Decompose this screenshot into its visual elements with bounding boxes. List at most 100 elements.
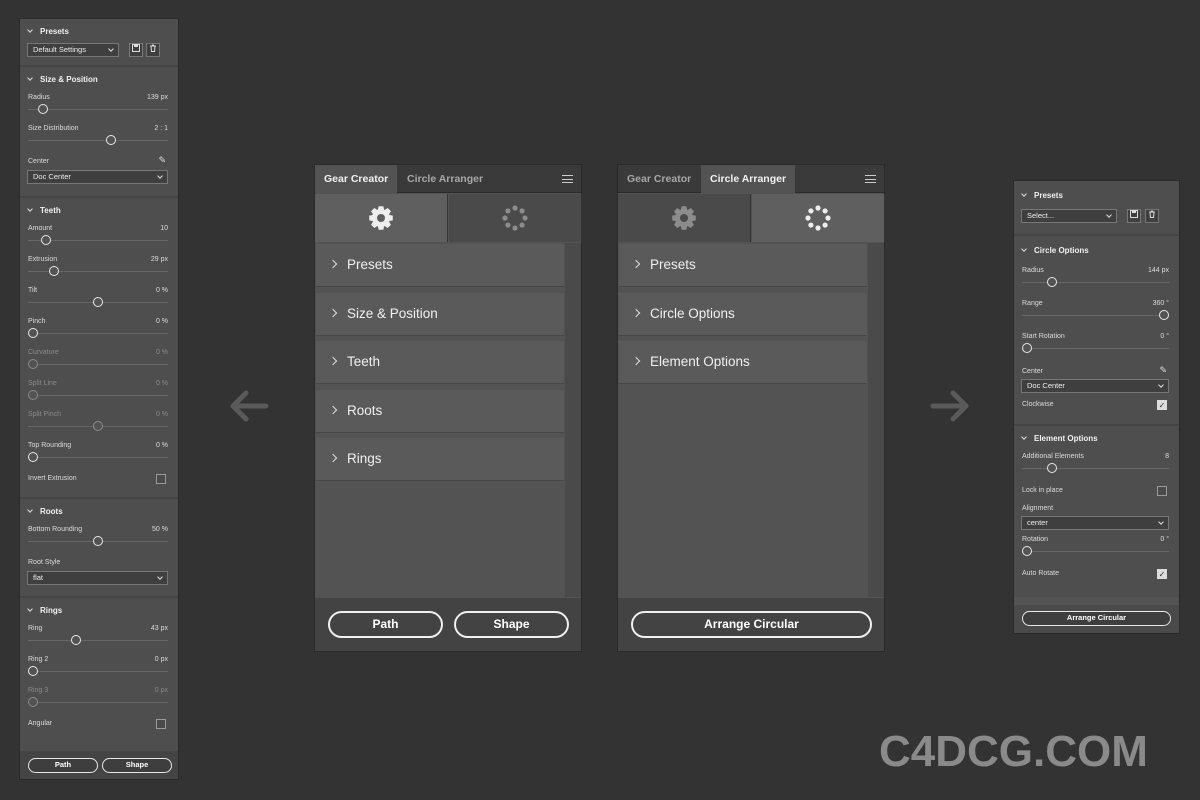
accordion-element-options[interactable]: Element Options [619, 341, 867, 384]
accordion-presets[interactable]: Presets [316, 244, 564, 287]
path-button[interactable]: Path [28, 758, 98, 773]
center-select[interactable]: Doc Center [27, 170, 168, 184]
chevron-right-icon [328, 356, 338, 366]
slider-knob[interactable] [28, 452, 38, 462]
tab-circle-arranger[interactable]: Circle Arranger [701, 165, 796, 193]
slider-knob[interactable] [28, 697, 38, 707]
rings-slider[interactable]: Ring 2 0 px [20, 653, 178, 684]
accordion-rings[interactable]: Rings [316, 438, 564, 481]
slider-knob[interactable] [28, 328, 38, 338]
teeth-slider[interactable]: Split Pinch 0 % [20, 408, 178, 439]
path-button[interactable]: Path [328, 611, 443, 638]
presets-header[interactable]: Presets [1014, 181, 1179, 209]
scrollbar[interactable] [565, 243, 581, 597]
accordion-size-position[interactable]: Size & Position [316, 292, 564, 336]
auto-rotate-checkbox[interactable]: ✓ [1157, 569, 1167, 579]
slider-knob[interactable] [28, 390, 38, 400]
presets-header[interactable]: Presets [20, 19, 178, 43]
clockwise-label: Clockwise [1022, 401, 1054, 408]
roots-header[interactable]: Roots [20, 499, 178, 523]
rings-slider[interactable]: Ring 43 px [20, 622, 178, 653]
element-options-header[interactable]: Element Options [1014, 426, 1179, 450]
radius-slider[interactable]: Radius 139 px [20, 91, 178, 122]
invert-extrusion-checkbox[interactable] [156, 474, 166, 484]
tab-gear-creator[interactable]: Gear Creator [618, 165, 700, 193]
size-distribution-slider[interactable]: Size Distribution 2 : 1 [20, 122, 178, 153]
circle-mode-button[interactable] [752, 194, 885, 242]
clockwise-checkbox[interactable]: ✓ [1157, 400, 1167, 410]
chevron-down-icon [1021, 246, 1027, 252]
slider-knob[interactable] [1046, 463, 1057, 473]
slider-knob[interactable] [1022, 546, 1032, 556]
center-select[interactable]: Doc Center [1021, 379, 1169, 393]
rotation-label: Rotation [1022, 536, 1049, 543]
slider-knob[interactable] [28, 359, 38, 369]
save-preset-button[interactable] [1127, 209, 1141, 223]
range-slider[interactable]: Range 360 ° [1014, 297, 1179, 330]
shape-button[interactable]: Shape [102, 758, 172, 773]
slider-track [1022, 315, 1169, 316]
teeth-slider[interactable]: Curvature 0 % [20, 346, 178, 377]
gear-mode-button[interactable] [315, 194, 448, 242]
tab-gear-creator[interactable]: Gear Creator [315, 165, 398, 193]
eyedropper-icon[interactable]: ✎ [158, 155, 166, 166]
slider-knob[interactable] [93, 297, 103, 307]
slider-knob[interactable] [93, 536, 103, 546]
rings-slider[interactable]: Ring 3 0 px [20, 684, 178, 715]
start-rotation-slider[interactable]: Start Rotation 0 ° [1014, 330, 1179, 363]
rotation-slider[interactable]: Rotation 0 ° [1014, 533, 1179, 565]
circle-options-header[interactable]: Circle Options [1014, 236, 1179, 264]
presets-select[interactable]: Select... [1021, 209, 1117, 223]
slider-knob[interactable] [1046, 277, 1057, 287]
rings-header[interactable]: Rings [20, 598, 178, 622]
slider-knob[interactable] [106, 135, 116, 145]
accordion-circle-options[interactable]: Circle Options [619, 292, 867, 336]
gear-mode-button[interactable] [618, 194, 751, 242]
delete-preset-button[interactable] [1145, 209, 1159, 223]
slider-knob[interactable] [70, 635, 81, 645]
accordion-roots[interactable]: Roots [316, 389, 564, 433]
presets-select[interactable]: Default Settings [27, 43, 119, 57]
slider-knob[interactable] [1159, 310, 1169, 320]
accordion-title: Circle Options [650, 305, 735, 321]
circle-options-section: Circle Options Radius 144 px Range 360 °… [1014, 236, 1179, 426]
eyedropper-icon[interactable]: ✎ [1159, 365, 1167, 376]
teeth-title: Teeth [40, 205, 61, 215]
arrow-right-icon [930, 390, 969, 422]
accordion-teeth[interactable]: Teeth [316, 341, 564, 384]
teeth-slider[interactable]: Top Rounding 0 % [20, 439, 178, 470]
teeth-slider[interactable]: Extrusion 29 px [20, 253, 178, 284]
slider-knob[interactable] [93, 421, 103, 431]
lock-in-place-checkbox[interactable] [1157, 486, 1167, 496]
slider-knob[interactable] [1022, 343, 1032, 353]
teeth-header[interactable]: Teeth [20, 198, 178, 222]
teeth-slider[interactable]: Tilt 0 % [20, 284, 178, 315]
slider-knob[interactable] [48, 266, 59, 276]
tab-circle-arranger[interactable]: Circle Arranger [398, 165, 492, 193]
slider-knob[interactable] [38, 104, 49, 114]
delete-preset-button[interactable] [146, 43, 160, 57]
radius-slider[interactable]: Radius 144 px [1014, 264, 1179, 297]
angular-checkbox[interactable] [156, 719, 166, 729]
slider-knob[interactable] [41, 235, 51, 245]
additional-elements-slider[interactable]: Additional Elements 8 [1014, 450, 1179, 482]
teeth-slider[interactable]: Split Line 0 % [20, 377, 178, 408]
arrange-circular-button[interactable]: Arrange Circular [1022, 611, 1171, 626]
scrollbar[interactable] [868, 243, 884, 597]
center-label: Center [1022, 368, 1044, 375]
teeth-slider[interactable]: Pinch 0 % [20, 315, 178, 346]
teeth-slider[interactable]: Amount 10 [20, 222, 178, 253]
circle-mode-button[interactable] [449, 194, 582, 242]
bottom-rounding-slider[interactable]: Bottom Rounding 50 % [20, 523, 178, 554]
root-style-select[interactable]: flat [27, 571, 168, 585]
arrange-circular-button[interactable]: Arrange Circular [631, 611, 872, 638]
menu-icon[interactable] [562, 175, 573, 183]
slider-knob[interactable] [28, 666, 38, 676]
menu-icon[interactable] [865, 175, 876, 183]
slider-track [28, 140, 168, 141]
save-preset-button[interactable] [129, 43, 143, 57]
size-position-header[interactable]: Size & Position [20, 67, 178, 91]
alignment-select[interactable]: center [1021, 516, 1169, 530]
shape-button[interactable]: Shape [454, 611, 569, 638]
accordion-presets[interactable]: Presets [619, 244, 867, 287]
